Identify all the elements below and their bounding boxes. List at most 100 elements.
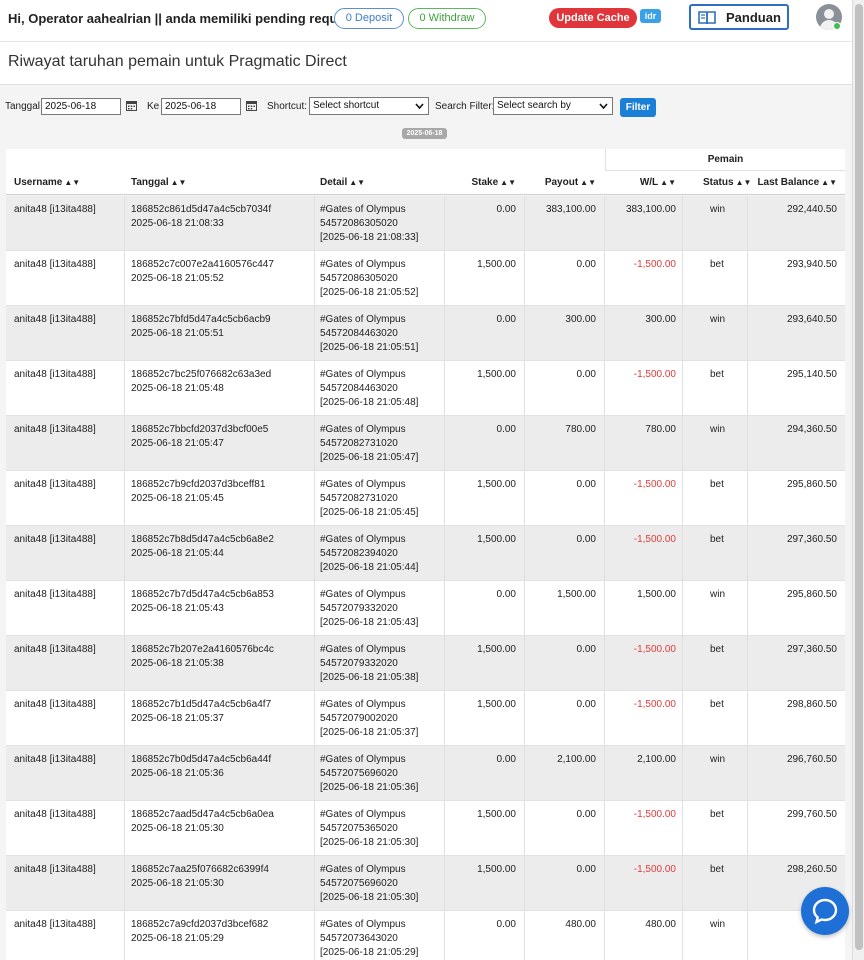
cell-bet-time: 2025-06-18 21:05:30 — [131, 823, 224, 834]
cell-status: bet — [710, 864, 724, 875]
cell-game: #Gates of Olympus — [320, 589, 406, 600]
cell-status: win — [710, 424, 726, 435]
cell-round: 54572075365020 — [320, 823, 398, 834]
cell-bet-id: 186852c7a9cfd2037d3bcef682 — [131, 919, 269, 930]
column-divider — [444, 636, 445, 691]
cell-bet-time: 2025-06-18 21:05:47 — [131, 438, 224, 449]
pending-deposit-pill[interactable]: 0 Deposit — [334, 8, 404, 29]
pending-withdraw-pill[interactable]: 0 Withdraw — [408, 8, 486, 29]
table-row: anita48 [i13ita488] 186852c7aa25f076682c6… — [6, 856, 845, 911]
column-divider — [604, 911, 605, 960]
cell-last-balance: 297,360.50 — [786, 644, 837, 655]
column-header-label: Stake — [471, 177, 499, 188]
cell-wl: 300.00 — [645, 314, 676, 325]
cell-bet-id: 186852c7b207e2a4160576bc4c — [131, 644, 274, 655]
cell-last-balance: 295,140.50 — [786, 369, 837, 380]
column-header-tanggal[interactable]: Tanggal ▲▼ — [131, 171, 186, 195]
date-from-input[interactable] — [41, 98, 121, 115]
column-divider — [524, 801, 525, 856]
cell-bet-id: 186852c7aad5d47a4c5cb6a0ea — [131, 809, 274, 820]
sort-icon: ▲▼ — [500, 178, 516, 187]
column-divider — [314, 526, 315, 581]
table-header-row: Username ▲▼ Tanggal ▲▼ Detail ▲▼ Stake ▲▼ Pa… — [6, 171, 845, 195]
column-divider — [524, 691, 525, 746]
page-scrollbar[interactable] — [852, 0, 864, 960]
cell-last-balance: 293,940.50 — [786, 259, 837, 270]
cell-game: #Gates of Olympus — [320, 534, 406, 545]
column-divider — [314, 911, 315, 960]
column-divider — [604, 636, 605, 691]
column-divider — [524, 911, 525, 960]
column-header-detail[interactable]: Detail ▲▼ — [320, 171, 365, 195]
cell-bet-id: 186852c7b1d5d47a4c5cb6a4f7 — [131, 699, 272, 710]
sort-icon: ▲▼ — [349, 178, 366, 187]
cell-game: #Gates of Olympus — [320, 479, 406, 490]
cell-detail-time: [2025-06-18 21:05:51] — [320, 342, 419, 353]
cell-username: anita48 [i13ita488] — [14, 809, 96, 820]
cell-wl: 1,500.00 — [637, 589, 676, 600]
online-status-dot — [833, 22, 841, 30]
column-divider — [682, 746, 683, 801]
column-divider — [444, 471, 445, 526]
live-chat-button[interactable] — [801, 887, 849, 935]
cell-game: #Gates of Olympus — [320, 314, 406, 325]
cell-game: #Gates of Olympus — [320, 424, 406, 435]
column-header-label: W/L — [639, 177, 659, 188]
date-to-input[interactable] — [161, 98, 241, 115]
column-divider — [604, 801, 605, 856]
column-divider — [524, 361, 525, 416]
sort-icon: ▲▼ — [170, 178, 187, 187]
operator-greeting: Hi, Operator aahealrian || anda memiliki… — [8, 11, 361, 26]
column-divider — [747, 691, 748, 746]
cell-payout: 2,100.00 — [557, 754, 596, 765]
column-header-label: Tanggal — [131, 177, 169, 188]
column-divider — [747, 856, 748, 911]
cell-payout: 1,500.00 — [557, 589, 596, 600]
search-filter-select[interactable]: Select search by — [493, 97, 613, 115]
cell-round: 54572084463020 — [320, 328, 398, 339]
cell-stake: 0.00 — [496, 424, 516, 435]
shortcut-select[interactable]: Select shortcut — [309, 97, 429, 115]
column-divider — [444, 361, 445, 416]
column-divider — [747, 581, 748, 636]
column-divider — [524, 746, 525, 801]
calendar-icon[interactable] — [126, 100, 137, 111]
column-divider — [124, 801, 125, 856]
cell-last-balance: 299,760.50 — [786, 809, 837, 820]
column-divider — [682, 526, 683, 581]
column-header-username[interactable]: Username ▲▼ — [14, 171, 80, 195]
column-header-stake[interactable]: Stake ▲▼ — [471, 171, 516, 195]
column-divider — [747, 526, 748, 581]
column-divider — [747, 636, 748, 691]
table-row: anita48 [i13ita488] 186852c7bbcfd2037d3bc… — [6, 416, 845, 471]
column-divider — [124, 361, 125, 416]
sort-icon: ▲▼ — [64, 178, 81, 187]
cell-wl: 383,100.00 — [625, 204, 676, 215]
column-divider — [314, 196, 315, 251]
cell-status: bet — [710, 644, 724, 655]
column-header-payout[interactable]: Payout ▲▼ — [545, 171, 596, 195]
search-filter-value: Select search by — [497, 100, 571, 111]
column-header-status[interactable]: Status ▲▼ — [703, 171, 751, 195]
update-cache-button[interactable]: Update Cache — [549, 8, 637, 28]
cell-username: anita48 [i13ita488] — [14, 424, 96, 435]
guide-button[interactable]: Panduan — [689, 4, 789, 30]
cell-payout: 300.00 — [565, 314, 596, 325]
cell-round: 54572082731020 — [320, 438, 398, 449]
calendar-icon[interactable] — [246, 100, 257, 111]
cell-wl: -1,500.00 — [633, 534, 676, 545]
column-header-last-balance[interactable]: Last Balance ▲▼ — [757, 171, 837, 195]
column-header-wl[interactable]: W/L ▲▼ — [640, 171, 676, 195]
cell-bet-id: 186852c7c007e2a4160576c447 — [131, 259, 274, 270]
cell-payout: 0.00 — [576, 644, 596, 655]
cell-last-balance: 296,760.50 — [786, 754, 837, 765]
shortcut-label: Shortcut: — [267, 101, 308, 112]
cell-last-balance: 297,360.50 — [786, 534, 837, 545]
scrollbar-thumb[interactable] — [855, 4, 863, 950]
column-divider — [524, 196, 525, 251]
cell-game: #Gates of Olympus — [320, 644, 406, 655]
cell-stake: 1,500.00 — [477, 259, 516, 270]
top-bar: Hi, Operator aahealrian || anda memiliki… — [0, 0, 852, 38]
column-divider — [314, 581, 315, 636]
filter-button[interactable]: Filter — [620, 98, 656, 117]
